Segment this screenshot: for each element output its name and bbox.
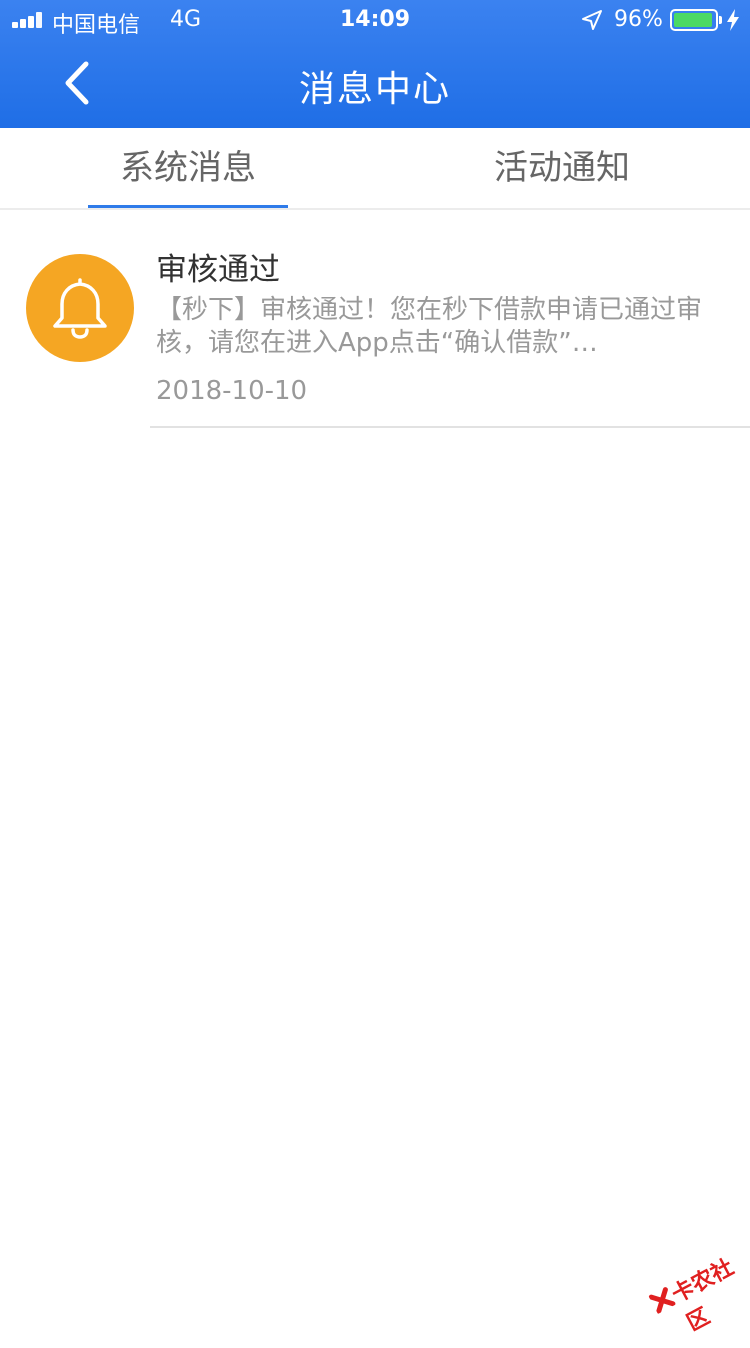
tab-activity-notices[interactable]: 活动通知	[462, 128, 662, 208]
tab-bar: 系统消息 活动通知	[0, 128, 750, 210]
message-title: 审核通过	[156, 252, 280, 288]
active-tab-indicator	[88, 205, 288, 208]
page-title: 消息中心	[298, 69, 451, 110]
app-header: 中国电信 4G 14:09 96% 消息中心	[0, 0, 750, 128]
message-date: 2018-10-10	[156, 376, 308, 406]
message-preview: 【秒下】审核通过！您在秒下借款申请已通过审核，请您在进入App点击“确认借款”…	[156, 295, 703, 358]
battery-percent: 96%	[614, 7, 663, 32]
watermark-text: 卡农社区	[667, 1254, 738, 1336]
battery-icon	[670, 9, 718, 31]
location-arrow-icon	[582, 10, 602, 30]
status-bar: 中国电信 4G 14:09 96%	[0, 0, 750, 40]
bell-icon	[53, 278, 107, 339]
message-avatar	[26, 254, 134, 362]
list-item[interactable]: 审核通过 【秒下】审核通过！您在秒下借款申请已通过审核，请您在进入App点击“确…	[0, 210, 750, 428]
list-divider	[150, 426, 750, 428]
charging-bolt-icon	[727, 9, 739, 31]
watermark: 卡农社区	[635, 1225, 750, 1336]
battery-cap	[719, 16, 722, 24]
tab-system-messages[interactable]: 系统消息	[88, 128, 288, 208]
